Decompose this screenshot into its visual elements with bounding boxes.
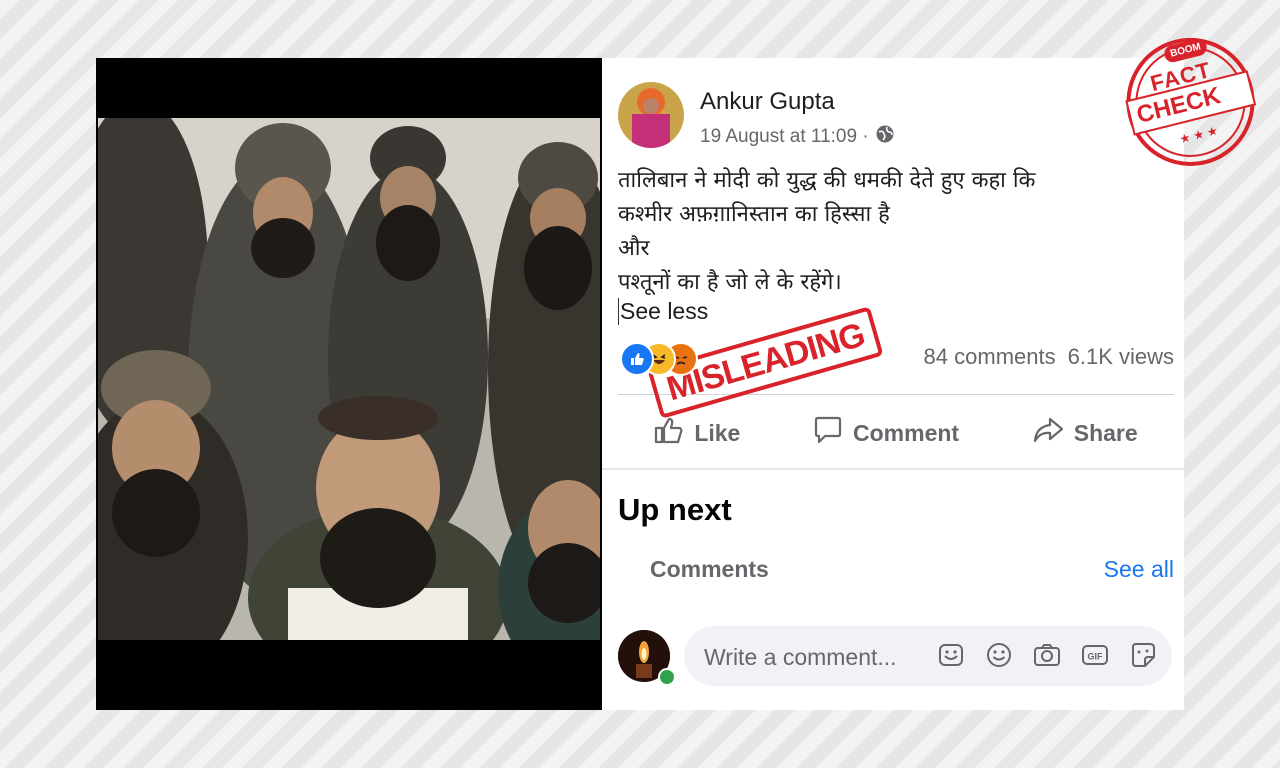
comment-label: Comment [853,419,960,446]
up-next-heading: Up next [618,492,732,527]
see-all-link[interactable]: See all [1104,556,1174,583]
camera-icon[interactable] [1032,640,1062,670]
video-frame [98,118,600,640]
globe-icon [875,124,895,150]
author-avatar[interactable] [618,82,684,148]
post-meta: 19 August at 11:09 · [700,124,895,150]
comment-icon [813,415,843,451]
share-icon [1032,416,1064,450]
avatar-sticker-icon[interactable] [1128,640,1158,670]
post-text-line: पश्तूनों का है जो ले के रहेंगे। [618,270,842,295]
sticker-icon[interactable] [936,640,966,670]
post-text-line: कश्मीर अफ़ग़ानिस्तान का हिस्सा है [618,202,890,227]
author-name[interactable]: Ankur Gupta [700,88,835,116]
comments-count[interactable]: 84 comments [924,344,1056,370]
post-card: Ankur Gupta 19 August at 11:09 · तालिबान… [96,58,1184,710]
comment-input[interactable] [702,626,926,688]
comments-heading: Comments [650,556,769,582]
online-status-dot [658,668,676,686]
comment-box: GIF [684,626,1172,688]
like-label: Like [694,419,741,446]
emoji-icon[interactable] [984,640,1014,670]
section-divider [602,468,1184,470]
share-label: Share [1073,419,1138,446]
comment-tools: GIF [936,640,1158,670]
comment-button[interactable]: Comment [813,415,959,451]
gif-icon[interactable]: GIF [1080,640,1110,670]
views-count: 6.1K views [1067,344,1174,369]
svg-text:GIF: GIF [1088,652,1104,662]
share-button[interactable]: Share [1032,416,1138,450]
video-player[interactable] [96,58,602,710]
fact-check-stamp: ★ ★ ★ BOOM FACT CHECK [1120,30,1260,170]
like-reaction-icon [620,342,654,376]
see-less-link[interactable]: See less [618,298,708,325]
svg-text:★ ★ ★: ★ ★ ★ [1178,123,1219,146]
like-icon [654,416,684,450]
post-date[interactable]: 19 August at 11:09 · [700,126,869,148]
like-button[interactable]: Like [654,416,740,450]
post-text: तालिबान ने मोदी को युद्ध की धमकी देते हु… [618,164,1178,300]
post-stats: 84 comments 6.1K views [924,344,1174,370]
post-actions: Like Comment Share [618,410,1174,456]
post-text-line: तालिबान ने मोदी को युद्ध की धमकी देते हु… [618,168,1036,193]
post-text-line: और [618,236,650,261]
